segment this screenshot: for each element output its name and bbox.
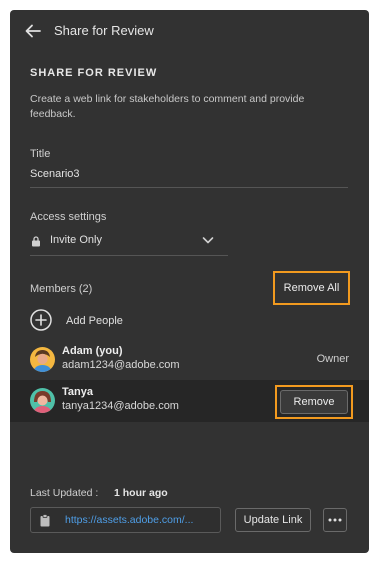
member-row-adam: Adam (you) adam1234@adobe.com Owner (10, 339, 369, 381)
last-updated-label: Last Updated : (30, 487, 99, 499)
remove-member-button[interactable]: Remove (280, 390, 348, 414)
lock-icon (32, 236, 40, 247)
last-updated-value: 1 hour ago (114, 487, 168, 499)
remove-all-highlight: Remove All (273, 271, 350, 305)
share-link-text[interactable]: https://assets.adobe.com/... (65, 514, 215, 526)
title-field[interactable]: Scenario3 (30, 168, 80, 180)
avatar (30, 347, 55, 372)
access-dropdown[interactable]: Invite Only (50, 234, 102, 246)
members-label: Members (2) (30, 283, 93, 295)
chevron-down-icon[interactable] (202, 236, 214, 245)
update-link-button[interactable]: Update Link (235, 508, 311, 532)
title-underline (30, 187, 348, 188)
member-email: tanya1234@adobe.com (62, 400, 179, 412)
panel-header: Share for Review (10, 10, 369, 52)
owner-badge: Owner (316, 353, 349, 365)
member-row-tanya[interactable]: Tanya tanya1234@adobe.com Remove (10, 380, 369, 422)
clipboard-icon[interactable] (40, 514, 50, 527)
avatar (30, 388, 55, 413)
member-name: Tanya (62, 386, 93, 398)
share-panel: Share for Review SHARE FOR REVIEW Create… (10, 10, 369, 553)
member-email: adam1234@adobe.com (62, 359, 180, 371)
more-icon (328, 518, 342, 522)
section-description: Create a web link for stakeholders to co… (30, 93, 305, 120)
member-name: Adam (you) (62, 345, 123, 357)
access-settings-label: Access settings (30, 211, 107, 223)
access-underline (30, 255, 228, 256)
add-people-button[interactable]: Add People (66, 315, 123, 327)
remove-highlight: Remove (275, 385, 353, 419)
remove-all-button[interactable]: Remove All (275, 273, 348, 303)
title-label: Title (30, 148, 51, 160)
more-options-button[interactable] (323, 508, 347, 532)
section-heading: SHARE FOR REVIEW (30, 67, 158, 79)
back-arrow-icon[interactable] (24, 22, 42, 40)
add-circle-icon[interactable] (30, 309, 52, 331)
header-title: Share for Review (54, 23, 154, 38)
share-link-field[interactable]: https://assets.adobe.com/... (30, 507, 221, 533)
